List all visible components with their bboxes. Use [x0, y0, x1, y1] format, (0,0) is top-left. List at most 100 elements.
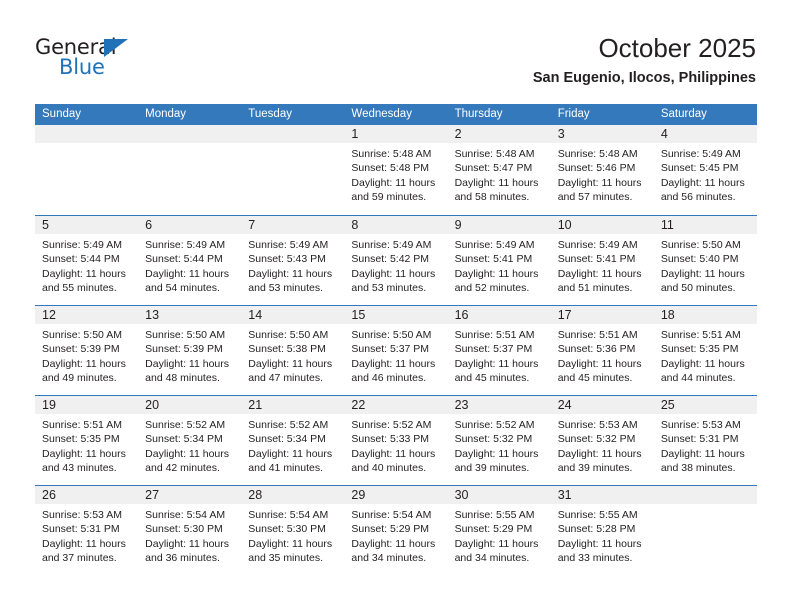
day-number-strip: 17	[550, 306, 654, 324]
calendar-day-cell[interactable]: 7 Sunrise: 5:49 AM Sunset: 5:43 PM Daylight…	[241, 216, 345, 305]
day-info-line: Daylight: 11 hours	[454, 176, 539, 189]
calendar-day-cell[interactable]: 18 Sunrise: 5:51 AM Sunset: 5:35 PM Dayligh…	[653, 306, 757, 395]
calendar-day-cell[interactable]: 1 Sunrise: 5:48 AM Sunset: 5:48 PM Daylight…	[344, 125, 448, 215]
day-info-line: Sunrise: 5:49 AM	[248, 239, 329, 251]
calendar-day-cell[interactable]: 10 Sunrise: 5:49 AM Sunset: 5:41 PM Dayligh…	[550, 216, 654, 305]
day-info-line: and 53 minutes.	[248, 281, 323, 294]
day-info-line: Sunrise: 5:49 AM	[454, 239, 535, 251]
day-info-line: Daylight: 11 hours	[660, 357, 745, 370]
calendar-day-cell[interactable]: 16 Sunrise: 5:51 AM Sunset: 5:37 PM Dayligh…	[447, 306, 551, 395]
calendar-day-cell[interactable]: 21 Sunrise: 5:52 AM Sunset: 5:34 PM Dayligh…	[241, 396, 345, 485]
calendar-day-cell[interactable]: 27 Sunrise: 5:54 AM Sunset: 5:30 PM Dayligh…	[138, 486, 242, 575]
calendar-day-cell[interactable]: 4 Sunrise: 5:49 AM Sunset: 5:45 PM Daylight…	[653, 125, 757, 215]
day-info-line: Sunset: 5:29 PM	[454, 523, 533, 536]
day-info-line: and 45 minutes.	[454, 371, 530, 384]
day-sun-info: Sunrise: 5:53 AM Sunset: 5:32 PM Daylight:…	[551, 414, 654, 475]
calendar-day-cell[interactable]: 14 Sunrise: 5:50 AM Sunset: 5:38 PM Dayligh…	[241, 306, 345, 395]
calendar-day-cell[interactable]: 6 Sunrise: 5:49 AM Sunset: 5:44 PM Daylight…	[138, 216, 242, 305]
calendar-day-cell[interactable]: 8 Sunrise: 5:49 AM Sunset: 5:42 PM Daylight…	[344, 216, 448, 305]
location-subtitle: San Eugenio, Ilocos, Philippines	[532, 70, 756, 86]
calendar-day-cell[interactable]: 13 Sunrise: 5:50 AM Sunset: 5:39 PM Dayligh…	[138, 306, 242, 395]
day-info-line: Sunrise: 5:50 AM	[351, 329, 432, 341]
calendar-day-cell[interactable]: 20 Sunrise: 5:52 AM Sunset: 5:34 PM Dayligh…	[138, 396, 242, 485]
day-info-line: and 37 minutes.	[42, 551, 117, 564]
day-info-line: Sunrise: 5:54 AM	[145, 509, 226, 521]
day-number-strip: 13	[138, 306, 242, 324]
calendar-day-cell[interactable]: 19 Sunrise: 5:51 AM Sunset: 5:35 PM Dayligh…	[35, 396, 139, 485]
calendar-day-cell[interactable]: 30 Sunrise: 5:55 AM Sunset: 5:29 PM Dayligh…	[447, 486, 551, 575]
day-info-line: Sunrise: 5:52 AM	[145, 419, 226, 431]
calendar-day-cell[interactable]: 23 Sunrise: 5:52 AM Sunset: 5:32 PM Dayligh…	[447, 396, 551, 485]
day-sun-info: Sunrise: 5:49 AM Sunset: 5:45 PM Daylight:…	[654, 143, 757, 204]
day-info-line: Sunrise: 5:50 AM	[145, 329, 226, 341]
day-info-line: Sunset: 5:43 PM	[248, 253, 326, 266]
day-sun-info	[654, 504, 757, 508]
day-number: 2	[454, 127, 462, 141]
calendar-day-cell[interactable]: 22 Sunrise: 5:52 AM Sunset: 5:33 PM Dayligh…	[344, 396, 448, 485]
day-sun-info: Sunrise: 5:49 AM Sunset: 5:42 PM Daylight:…	[344, 234, 447, 295]
day-number: 23	[454, 398, 469, 412]
day-number: 29	[351, 488, 366, 502]
day-info-line: and 51 minutes.	[557, 281, 633, 294]
day-info-line: Daylight: 11 hours	[557, 357, 642, 370]
calendar-day-cell[interactable]: 25 Sunrise: 5:53 AM Sunset: 5:31 PM Dayligh…	[653, 396, 757, 485]
calendar-day-cell[interactable]: 5 Sunrise: 5:49 AM Sunset: 5:44 PM Daylight…	[35, 216, 139, 305]
calendar-day-cell[interactable]: 12 Sunrise: 5:50 AM Sunset: 5:39 PM Dayligh…	[35, 306, 139, 395]
day-info-line: Sunrise: 5:49 AM	[351, 239, 432, 251]
day-info-line: and 54 minutes.	[145, 281, 220, 294]
calendar-day-cell[interactable]: 15 Sunrise: 5:50 AM Sunset: 5:37 PM Dayligh…	[344, 306, 448, 395]
day-info-line: and 58 minutes.	[454, 190, 530, 203]
day-info-line: and 41 minutes.	[248, 461, 323, 474]
calendar-day-cell[interactable]: 11 Sunrise: 5:50 AM Sunset: 5:40 PM Dayligh…	[653, 216, 757, 305]
day-number-strip: 2	[447, 125, 551, 143]
calendar-day-cell[interactable]: 28 Sunrise: 5:54 AM Sunset: 5:30 PM Dayligh…	[241, 486, 345, 575]
day-info-line: Sunset: 5:39 PM	[42, 343, 120, 356]
day-info-line: Sunrise: 5:49 AM	[145, 239, 226, 251]
calendar-day-cell[interactable]: 29 Sunrise: 5:54 AM Sunset: 5:29 PM Dayligh…	[344, 486, 448, 575]
day-sun-info: Sunrise: 5:48 AM Sunset: 5:46 PM Daylight:…	[551, 143, 654, 204]
calendar-day-cell[interactable]: 31 Sunrise: 5:55 AM Sunset: 5:28 PM Dayligh…	[550, 486, 654, 575]
day-info-line: Sunset: 5:32 PM	[454, 433, 533, 446]
calendar-day-cell[interactable]: 17 Sunrise: 5:51 AM Sunset: 5:36 PM Dayligh…	[550, 306, 654, 395]
day-info-line: and 50 minutes.	[660, 281, 736, 294]
day-number: 16	[454, 308, 469, 322]
day-sun-info: Sunrise: 5:52 AM Sunset: 5:32 PM Daylight:…	[448, 414, 551, 475]
day-info-line: Daylight: 11 hours	[351, 537, 436, 550]
calendar-day-cell[interactable]: 3 Sunrise: 5:48 AM Sunset: 5:46 PM Daylight…	[550, 125, 654, 215]
day-info-line: Sunset: 5:36 PM	[557, 343, 636, 356]
day-number-strip: 25	[653, 396, 757, 414]
day-info-line: Daylight: 11 hours	[42, 357, 126, 370]
day-info-line: Daylight: 11 hours	[351, 357, 436, 370]
day-info-line: Daylight: 11 hours	[351, 267, 436, 280]
day-info-line: and 39 minutes.	[454, 461, 530, 474]
day-number-strip	[241, 125, 345, 143]
day-info-line: Daylight: 11 hours	[248, 357, 333, 370]
day-sun-info: Sunrise: 5:49 AM Sunset: 5:44 PM Daylight:…	[35, 234, 138, 295]
day-number-strip: 15	[344, 306, 448, 324]
day-sun-info: Sunrise: 5:50 AM Sunset: 5:39 PM Daylight:…	[35, 324, 138, 385]
day-sun-info: Sunrise: 5:48 AM Sunset: 5:47 PM Daylight:…	[448, 143, 551, 204]
day-info-line: Daylight: 11 hours	[145, 537, 229, 550]
day-sun-info: Sunrise: 5:50 AM Sunset: 5:37 PM Daylight:…	[344, 324, 447, 385]
day-number: 24	[557, 398, 572, 412]
day-info-line: Sunrise: 5:51 AM	[42, 419, 122, 431]
day-info-line: Sunset: 5:32 PM	[557, 433, 636, 446]
calendar-day-cell[interactable]: 2 Sunrise: 5:48 AM Sunset: 5:47 PM Daylight…	[447, 125, 551, 215]
day-number-strip: 14	[241, 306, 345, 324]
day-sun-info: Sunrise: 5:52 AM Sunset: 5:34 PM Daylight:…	[241, 414, 344, 475]
day-info-line: Sunset: 5:31 PM	[42, 523, 120, 536]
calendar-day-cell[interactable]: 26 Sunrise: 5:53 AM Sunset: 5:31 PM Dayligh…	[35, 486, 139, 575]
day-number-strip: 8	[344, 216, 448, 234]
day-info-line: Daylight: 11 hours	[557, 267, 642, 280]
day-number-strip: 29	[344, 486, 448, 504]
calendar-week-row: 1 Sunrise: 5:48 AM Sunset: 5:48 PM Daylight…	[35, 125, 757, 215]
day-info-line: Sunrise: 5:50 AM	[248, 329, 329, 341]
day-sun-info: Sunrise: 5:53 AM Sunset: 5:31 PM Daylight:…	[35, 504, 138, 565]
day-info-line: Sunset: 5:37 PM	[351, 343, 430, 356]
day-number: 17	[557, 308, 572, 322]
calendar-day-cell[interactable]: 9 Sunrise: 5:49 AM Sunset: 5:41 PM Daylight…	[447, 216, 551, 305]
day-info-line: Sunset: 5:30 PM	[145, 523, 223, 536]
day-info-line: Daylight: 11 hours	[557, 447, 642, 460]
calendar-day-cell[interactable]: 24 Sunrise: 5:53 AM Sunset: 5:32 PM Dayligh…	[550, 396, 654, 485]
day-info-line: Daylight: 11 hours	[248, 447, 333, 460]
